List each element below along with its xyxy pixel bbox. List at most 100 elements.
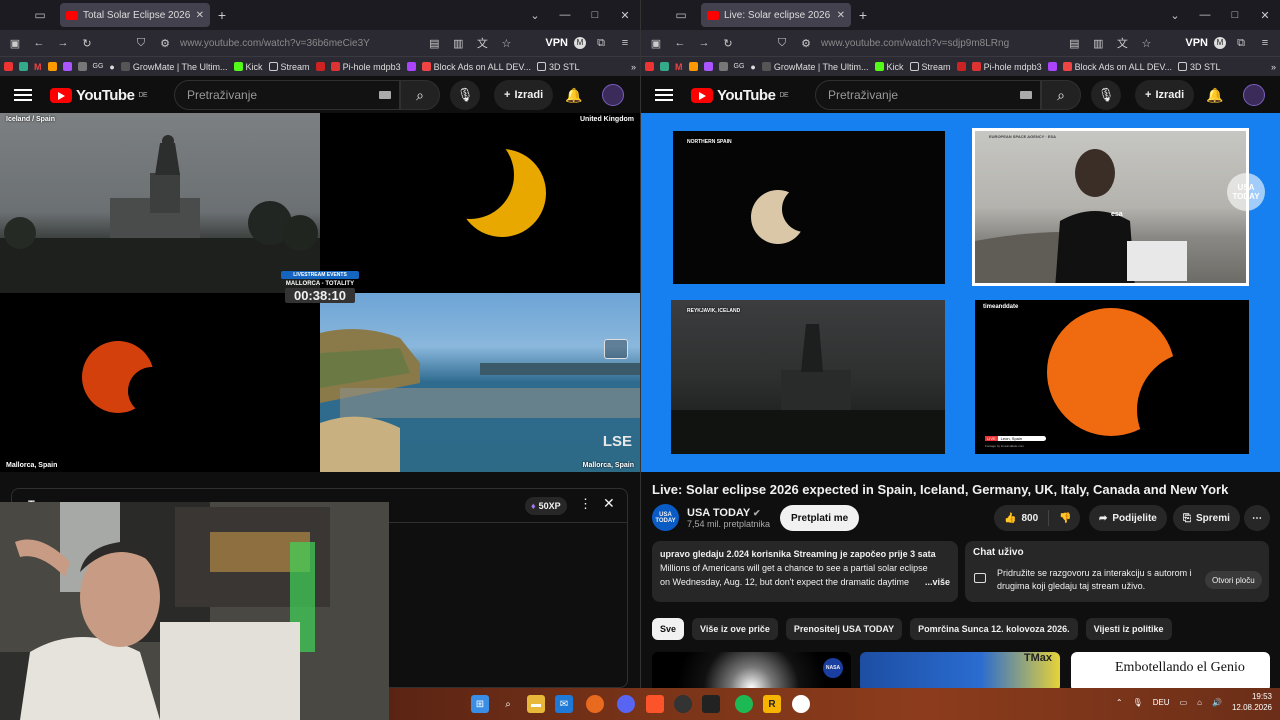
- keyboard-icon[interactable]: [1020, 91, 1032, 99]
- tab-active[interactable]: Total Solar Eclipse 2026 Live ✕: [60, 3, 210, 27]
- bookmark-block-ads[interactable]: Block Ads on ALL DEV...: [421, 62, 531, 72]
- create-button[interactable]: + Izradi: [1135, 80, 1195, 110]
- bookmark-icon[interactable]: [47, 62, 57, 71]
- screenshot-icon[interactable]: ▤: [425, 37, 443, 50]
- more-options-icon[interactable]: ⋮: [579, 496, 592, 512]
- bookmark-3d-stl[interactable]: 3D STL: [537, 62, 580, 72]
- bookmark-growmate[interactable]: GrowMate | The Ultim...: [120, 62, 228, 72]
- chip-more-story[interactable]: Više iz ove priče: [692, 618, 778, 640]
- notifications-bell-icon[interactable]: 🔔: [1206, 87, 1223, 104]
- open-chat-button[interactable]: Otvori ploču: [1205, 571, 1262, 589]
- profile-icon[interactable]: M: [574, 37, 586, 49]
- share-button[interactable]: ➦ Podijelite: [1089, 505, 1167, 531]
- gmail-icon[interactable]: M: [675, 62, 683, 72]
- google-icon[interactable]: [792, 695, 810, 713]
- bookmark-icon[interactable]: [660, 62, 669, 71]
- avatar[interactable]: [1243, 84, 1265, 106]
- chip-eclipse[interactable]: Pomrčina Sunca 12. kolovoza 2026.: [910, 618, 1078, 640]
- bookmark-icon[interactable]: [645, 62, 654, 71]
- language-indicator[interactable]: DEU: [1153, 698, 1170, 707]
- bookmark-icon[interactable]: [406, 62, 416, 71]
- tab-active[interactable]: Live: Solar eclipse 2026 expe... ✕: [701, 3, 851, 27]
- description-box[interactable]: upravo gledaju 2.024 korisnika Streaming…: [652, 541, 958, 602]
- minimize-icon[interactable]: —: [550, 0, 580, 30]
- miniplayer-icon[interactable]: [604, 339, 628, 359]
- display-icon[interactable]: ▭: [1180, 698, 1188, 707]
- xp-badge[interactable]: ♦ 50XP: [525, 497, 567, 515]
- permissions-icon[interactable]: ⚙: [156, 37, 174, 50]
- related-video-thumbnail[interactable]: Embotellando el Genio: [1071, 652, 1270, 692]
- create-button[interactable]: + Izradi: [494, 80, 554, 110]
- bookmark-pihole[interactable]: Pi-hole mdpb3: [971, 62, 1042, 72]
- bookmark-icon[interactable]: [956, 62, 966, 71]
- gg-icon[interactable]: GG: [734, 63, 745, 70]
- more-actions-button[interactable]: ⋯: [1244, 505, 1270, 531]
- start-icon[interactable]: ⊞: [471, 695, 489, 713]
- video-mallorca-sun[interactable]: Mallorca, Spain: [0, 293, 320, 472]
- shield-icon[interactable]: ⛉: [773, 37, 791, 50]
- shield-icon[interactable]: ⛉: [132, 37, 150, 50]
- chip-all[interactable]: Sve: [652, 618, 685, 640]
- sidebar-icon[interactable]: ▣: [6, 37, 24, 50]
- bookmark-star-icon[interactable]: ☆: [1137, 37, 1155, 50]
- translate-icon[interactable]: 文: [1113, 35, 1131, 51]
- bookmark-kick[interactable]: Kick: [874, 62, 904, 72]
- close-tab-icon[interactable]: ✕: [837, 10, 845, 21]
- voice-search-button[interactable]: 🎙: [1091, 80, 1121, 110]
- save-button[interactable]: ⎘ Spremi: [1173, 505, 1240, 531]
- bookmark-icon[interactable]: [315, 62, 325, 71]
- close-window-icon[interactable]: ✕: [610, 0, 640, 30]
- extensions-icon[interactable]: ⧉: [1232, 37, 1250, 50]
- close-window-icon[interactable]: ✕: [1250, 0, 1280, 30]
- discord-icon[interactable]: [617, 695, 635, 713]
- channel-name[interactable]: USA TODAY: [687, 507, 750, 519]
- related-video-thumbnail[interactable]: TMax: [860, 652, 1060, 692]
- maximize-icon[interactable]: □: [580, 0, 610, 30]
- channel-avatar[interactable]: USA TODAY: [652, 504, 679, 531]
- youtube-logo[interactable]: YouTube DE: [691, 87, 789, 104]
- bookmark-icon[interactable]: [1047, 62, 1057, 71]
- search-icon[interactable]: ⌕: [499, 695, 517, 713]
- gg-icon[interactable]: GG: [93, 63, 104, 70]
- maximize-icon[interactable]: □: [1220, 0, 1250, 30]
- back-icon[interactable]: ←: [30, 37, 48, 49]
- related-video-thumbnail[interactable]: NASA: [652, 652, 851, 692]
- brave-icon[interactable]: [646, 695, 664, 713]
- forward-icon[interactable]: →: [695, 37, 713, 49]
- spotify-icon[interactable]: [735, 695, 753, 713]
- bookmarks-overflow-icon[interactable]: »: [1271, 62, 1276, 72]
- menu-icon[interactable]: ≡: [616, 37, 634, 49]
- bookmark-star-icon[interactable]: ☆: [497, 37, 515, 50]
- menu-icon[interactable]: ≡: [1256, 37, 1274, 49]
- clock[interactable]: 19:53 12.08.2026: [1232, 691, 1272, 713]
- sidebar-icon[interactable]: ▣: [647, 37, 665, 50]
- translate-icon[interactable]: 文: [473, 35, 491, 51]
- chip-politics[interactable]: Vijesti iz politike: [1085, 618, 1172, 640]
- reload-icon[interactable]: ↻: [78, 37, 96, 50]
- bookmark-stream[interactable]: Stream: [909, 62, 951, 72]
- chip-uploader[interactable]: Prenositelj USA TODAY: [785, 618, 903, 640]
- bookmark-growmate[interactable]: GrowMate | The Ultim...: [761, 62, 869, 72]
- address-bar[interactable]: www.youtube.com/watch?v=sdjp9m8LRng: [821, 38, 1059, 49]
- rockstar-icon[interactable]: R: [763, 695, 781, 713]
- github-icon[interactable]: ●: [750, 62, 755, 72]
- bookmark-icon[interactable]: [19, 62, 28, 71]
- vpn-button[interactable]: VPN: [1185, 37, 1208, 49]
- bookmark-icon[interactable]: [4, 62, 13, 71]
- reload-icon[interactable]: ↻: [719, 37, 737, 50]
- github-desktop-icon[interactable]: [674, 695, 692, 713]
- reader-icon[interactable]: ▥: [1089, 37, 1107, 50]
- bookmark-icon[interactable]: [688, 62, 698, 71]
- subscribe-button[interactable]: Pretplati me: [780, 505, 860, 531]
- bookmark-icon[interactable]: [718, 62, 728, 71]
- bookmark-stream[interactable]: Stream: [268, 62, 310, 72]
- chevron-up-icon[interactable]: ⌃: [1116, 698, 1123, 707]
- bookmark-kick[interactable]: Kick: [233, 62, 263, 72]
- notifications-bell-icon[interactable]: 🔔: [565, 87, 582, 104]
- close-panel-icon[interactable]: ✕: [603, 495, 615, 512]
- hamburger-menu-icon[interactable]: [655, 89, 673, 101]
- back-icon[interactable]: ←: [671, 37, 689, 49]
- gmail-icon[interactable]: M: [34, 62, 42, 72]
- show-more-link[interactable]: ...više: [925, 575, 950, 589]
- lock-icon[interactable]: ⚙: [797, 37, 815, 50]
